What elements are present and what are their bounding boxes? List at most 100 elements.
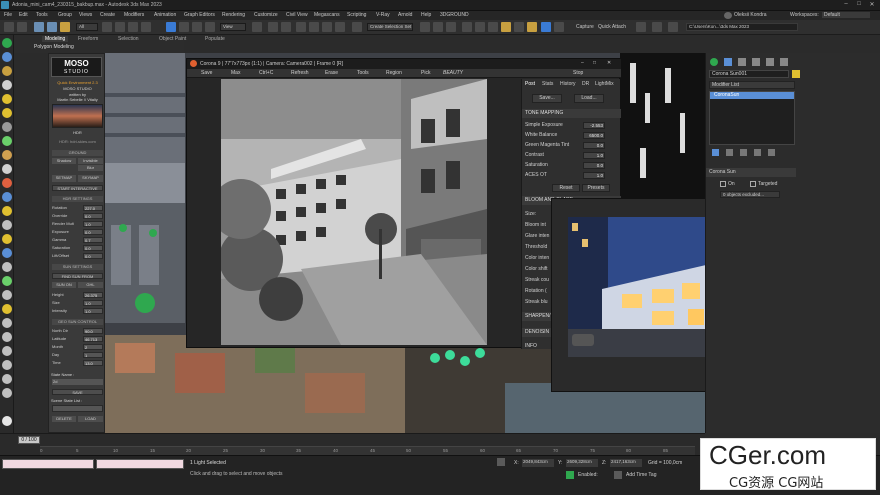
start-interactive-button[interactable]: START INTERACTIVE — [52, 185, 103, 191]
vfb-erase-button[interactable]: Erase — [325, 70, 338, 76]
hdr-row-value[interactable]: 227.0 — [83, 205, 103, 211]
tab-post[interactable]: Post — [525, 81, 535, 87]
invisible-button[interactable]: Invisible — [78, 158, 103, 164]
vfb-copy-button[interactable]: Ctrl+C — [259, 70, 273, 76]
tab-object-paint[interactable]: Object Paint — [159, 36, 186, 42]
state-name-field[interactable]: 2d — [52, 379, 103, 385]
menu-rendering[interactable]: Rendering — [222, 12, 245, 18]
blur-button[interactable]: Blur — [78, 165, 103, 171]
load-state-button[interactable]: LOAD — [78, 416, 103, 422]
window-crossing-icon[interactable] — [141, 22, 151, 32]
configure-sets-icon[interactable] — [768, 149, 775, 156]
modifier-stack-item[interactable]: CoronaSun — [710, 92, 794, 99]
sphere-icon[interactable] — [2, 220, 12, 230]
menu-customize[interactable]: Customize — [254, 12, 278, 18]
cylinder-icon[interactable] — [2, 388, 12, 398]
shadow-button[interactable]: Shadow — [52, 158, 76, 164]
user-name[interactable]: Oleksii Kondra — [734, 12, 767, 18]
find-sun-button[interactable]: FIND SUN FROM — [52, 273, 103, 279]
vfb-save-button[interactable]: Save — [201, 70, 212, 76]
grid-icon[interactable] — [2, 318, 12, 328]
corona-vfb-icon[interactable] — [554, 22, 564, 32]
menu-create[interactable]: Create — [100, 12, 115, 18]
menu-help[interactable]: Help — [421, 12, 431, 18]
setmap-button[interactable]: SETMAP — [52, 175, 76, 182]
menu-file[interactable]: File — [4, 12, 12, 18]
proxy-icon[interactable] — [2, 248, 12, 258]
spot-icon[interactable] — [2, 234, 12, 244]
modifier-stack[interactable]: CoronaSun — [709, 91, 795, 145]
scale-icon[interactable] — [192, 22, 202, 32]
redo-icon[interactable] — [17, 22, 27, 32]
light-icon[interactable] — [2, 94, 12, 104]
fire-icon[interactable] — [2, 178, 12, 188]
create-icon[interactable] — [2, 38, 12, 48]
geo-row-value[interactable]: 90.0 — [83, 328, 103, 334]
undo-icon[interactable] — [4, 22, 14, 32]
sun-row-value[interactable]: 1.0 — [83, 300, 103, 306]
menu-3dground[interactable]: 3DGROUND — [440, 12, 469, 18]
lock-selection-icon[interactable] — [497, 458, 505, 466]
tone-row-label[interactable]: Green Magenta Tint — [525, 142, 569, 148]
close-icon[interactable]: ✕ — [866, 1, 878, 10]
corona-sun-rollout[interactable]: Corona Sun — [706, 168, 796, 177]
scatter-icon[interactable] — [2, 262, 12, 272]
rectangular-selection-icon[interactable] — [128, 22, 138, 32]
tone-row-value[interactable]: -2.553 — [583, 122, 605, 129]
tone-row-label[interactable]: Saturation — [525, 162, 548, 168]
align-icon[interactable] — [433, 22, 443, 32]
schematic-view-icon[interactable] — [475, 22, 485, 32]
project-path-field[interactable]: C:\Users\Kon...\3ds Max 2023 — [686, 23, 798, 31]
box-icon[interactable] — [2, 150, 12, 160]
polygon-modeling-label[interactable]: Polygon Modeling — [34, 44, 74, 50]
reference-coordinate-dropdown[interactable]: View — [220, 23, 246, 31]
timeline[interactable]: 0 / 100 0 5 10 15 20 25 30 35 40 45 50 5… — [0, 433, 705, 455]
menu-edit[interactable]: Edit — [19, 12, 28, 18]
maximize-icon[interactable]: □ — [853, 1, 865, 10]
material-icon[interactable] — [2, 192, 12, 202]
open-folder-icon[interactable] — [668, 22, 678, 32]
scale-tool-icon[interactable] — [2, 346, 12, 356]
vfb-stop-button[interactable]: Stop — [573, 70, 583, 76]
maxscript-listener-field[interactable] — [2, 459, 94, 469]
render-image[interactable] — [221, 79, 487, 345]
hdr-preview-thumbnail[interactable] — [52, 104, 103, 128]
save-state-button[interactable]: SAVE — [52, 389, 103, 395]
snaps-toggle-icon[interactable] — [296, 22, 306, 32]
curve-editor-icon[interactable] — [462, 22, 472, 32]
modify-icon[interactable] — [2, 52, 12, 62]
vfb-region-button[interactable]: Region — [386, 70, 402, 76]
vfb-pick-button[interactable]: Pick — [421, 70, 430, 76]
tab-dr[interactable]: DR — [582, 81, 589, 87]
minimize-icon[interactable]: – — [840, 1, 852, 10]
y-coordinate-field[interactable]: 2609,328cm — [566, 459, 598, 467]
on-checkbox[interactable] — [720, 181, 726, 187]
menu-vray[interactable]: V-Ray — [376, 12, 390, 18]
bind-spacewarp-icon[interactable] — [60, 22, 70, 32]
tab-modeling[interactable]: Modeling — [42, 36, 69, 42]
project-folder-icon[interactable] — [652, 22, 662, 32]
geo-row-value[interactable]: 2 — [83, 344, 103, 350]
menu-tools[interactable]: Tools — [36, 12, 48, 18]
geo-row-value[interactable]: 13.0 — [83, 360, 103, 366]
keyboard-shortcut-icon[interactable] — [281, 22, 291, 32]
tab-populate[interactable]: Populate — [205, 36, 225, 42]
motion-tab-icon[interactable] — [752, 58, 760, 66]
hierarchy-tab-icon[interactable] — [738, 58, 746, 66]
tone-row-value[interactable]: 1.0 — [583, 152, 605, 159]
ruler-icon[interactable] — [2, 332, 12, 342]
sun-on-button[interactable]: SUN ON — [52, 282, 76, 288]
layer-explorer-icon[interactable] — [446, 22, 456, 32]
scene-state-dropdown[interactable] — [52, 405, 103, 412]
tone-mapping-header[interactable]: TONE MAPPING — [522, 109, 621, 118]
sun-row-value[interactable]: 26.375 — [83, 292, 103, 298]
pin-stack-icon[interactable] — [712, 149, 719, 156]
tab-stats[interactable]: Stats — [542, 81, 553, 87]
mudbox-icon[interactable] — [636, 22, 646, 32]
render-setup-icon[interactable] — [501, 22, 511, 32]
vfb-minimize-icon[interactable]: – — [581, 60, 584, 66]
show-end-result-icon[interactable] — [726, 149, 733, 156]
hdr-row-value[interactable]: 0.0 — [83, 229, 103, 235]
pivot-center-icon[interactable] — [252, 22, 262, 32]
vfb-max-button[interactable]: Max — [231, 70, 240, 76]
